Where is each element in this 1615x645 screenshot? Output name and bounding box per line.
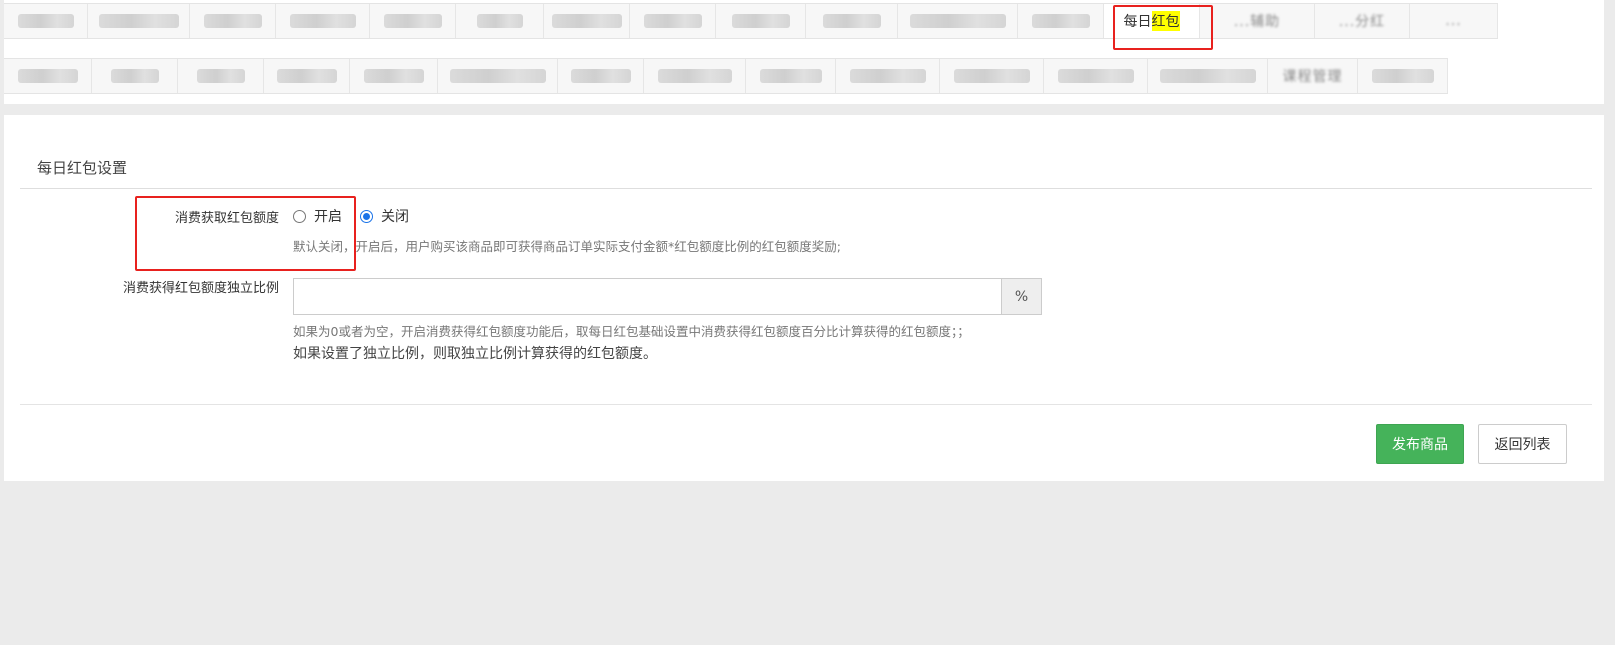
- tab-daily-redpacket[interactable]: 每日 红包: [1104, 4, 1200, 38]
- tab-item[interactable]: [276, 4, 370, 38]
- tab-item[interactable]: [88, 4, 190, 38]
- tab-item[interactable]: [558, 59, 644, 93]
- consume-hint: 默认关闭，开启后，用户购买该商品即可获得商品订单实际支付金额*红包额度比例的红包…: [293, 239, 841, 254]
- tab-label: ...: [1445, 13, 1462, 29]
- tab-item[interactable]: ...: [1410, 4, 1498, 38]
- section-title: 每日红包设置: [37, 159, 128, 177]
- radio-on[interactable]: 开启: [293, 206, 342, 226]
- main-panel: 每日红包设置 消费获取红包额度 开启 关闭 默认关闭，开启后，用户购买该商品即可…: [4, 115, 1604, 481]
- tab-course-management[interactable]: 课程管理: [1268, 59, 1358, 93]
- tab-item[interactable]: [350, 59, 438, 93]
- tab-item[interactable]: [836, 59, 940, 93]
- ratio-label: 消费获得红包额度独立比例: [122, 281, 279, 296]
- tab-row-1: 每日 红包 ...辅助 ...分红 ...: [4, 3, 1498, 39]
- tab-item[interactable]: [4, 59, 92, 93]
- back-to-list-button[interactable]: 返回列表: [1478, 424, 1567, 464]
- tab-label: 课程管理: [1282, 69, 1343, 85]
- percent-addon: %: [1001, 278, 1042, 315]
- tab-item[interactable]: [1018, 4, 1104, 38]
- tab-panel: 每日 红包 ...辅助 ...分红 ... 课程管理: [4, 0, 1604, 104]
- tab-item[interactable]: [1044, 59, 1148, 93]
- tab-item[interactable]: [4, 4, 88, 38]
- ratio-input[interactable]: [293, 278, 1001, 315]
- tab-item[interactable]: [264, 59, 350, 93]
- tab-item[interactable]: [92, 59, 178, 93]
- radio-off[interactable]: 关闭: [360, 206, 409, 226]
- consume-redpacket-label: 消费获取红包额度: [174, 211, 279, 226]
- tab-row-2: 课程管理: [4, 58, 1448, 94]
- radio-checked-icon: [360, 209, 373, 223]
- tab-item[interactable]: [544, 4, 630, 38]
- tab-label: ...分红: [1338, 14, 1386, 30]
- divider: [20, 404, 1592, 405]
- tab-item[interactable]: ...辅助: [1200, 4, 1315, 38]
- publish-product-button[interactable]: 发布商品: [1376, 424, 1464, 464]
- tab-item[interactable]: [370, 4, 456, 38]
- tab-item[interactable]: [190, 4, 276, 38]
- divider: [20, 188, 1592, 189]
- tab-item[interactable]: [630, 4, 716, 38]
- tab-item[interactable]: [716, 4, 806, 38]
- radio-unchecked-icon: [293, 209, 306, 223]
- tab-item[interactable]: ...分红: [1315, 4, 1410, 38]
- tab-item[interactable]: [746, 59, 836, 93]
- tab-item[interactable]: [178, 59, 264, 93]
- tab-label-highlight: 红包: [1151, 11, 1180, 31]
- tab-item[interactable]: [644, 59, 746, 93]
- tab-item[interactable]: [898, 4, 1018, 38]
- radio-on-label: 开启: [314, 209, 342, 225]
- ratio-input-group: %: [293, 278, 1042, 315]
- tab-item[interactable]: [806, 4, 898, 38]
- ratio-hint-1: 如果为0或者为空，开启消费获得红包额度功能后，取每日红包基础设置中消费获得红包额…: [293, 324, 970, 339]
- tab-item[interactable]: [438, 59, 558, 93]
- tab-label: ...辅助: [1233, 14, 1281, 30]
- radio-off-label: 关闭: [381, 209, 409, 225]
- tab-item[interactable]: [456, 4, 544, 38]
- tab-item[interactable]: [940, 59, 1044, 93]
- tab-item[interactable]: [1358, 59, 1448, 93]
- ratio-hint-2: 如果设置了独立比例，则取独立比例计算获得的红包额度。: [293, 346, 657, 362]
- tab-label-plain: 每日: [1123, 14, 1152, 30]
- tab-item[interactable]: [1148, 59, 1268, 93]
